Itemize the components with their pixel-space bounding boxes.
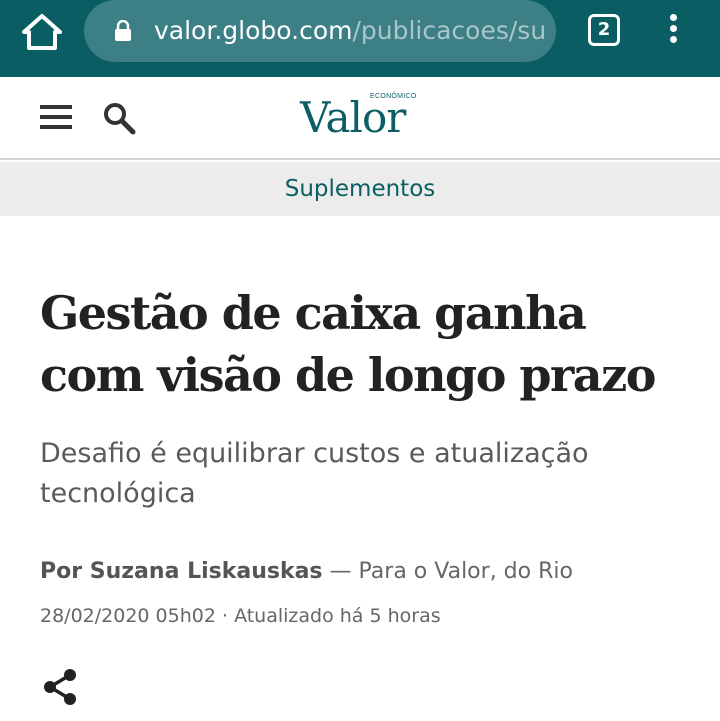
url-text[interactable]: valor.globo.com/publicacoes/su [154,14,546,48]
site-header: ECONÔMICO Valor [0,77,720,160]
browser-toolbar: valor.globo.com/publicacoes/su 2 [0,0,720,77]
valor-logo[interactable]: ECONÔMICO Valor [300,93,422,143]
byline-source: — Para o Valor, do Rio [322,559,573,584]
tab-switcher-button[interactable]: 2 [588,14,620,46]
author-name: Por Suzana Liskauskas [40,559,323,584]
address-bar[interactable]: valor.globo.com/publicacoes/su [84,0,556,62]
hamburger-icon[interactable] [40,105,72,129]
logo-text: Valor [300,93,406,142]
article-byline: Por Suzana Liskauskas — Para o Valor, do… [40,556,700,588]
section-bar: Suplementos [0,162,720,216]
article-date: 28/02/2020 05h02 · Atualizado há 5 horas [40,605,441,627]
article-subtitle: Desafio é equilibrar custos e atualizaçã… [40,438,589,509]
section-link-suplementos[interactable]: Suplementos [285,176,436,202]
more-vert-icon[interactable] [666,12,680,48]
url-host: valor.globo.com [154,16,353,45]
article-headline: Gestão de caixa ganha com visão de longo… [40,286,656,402]
url-path: /publicacoes/su [352,16,547,45]
share-icon[interactable] [42,668,78,706]
search-icon[interactable] [102,101,136,135]
lock-icon [114,19,132,42]
home-icon[interactable] [20,12,64,52]
